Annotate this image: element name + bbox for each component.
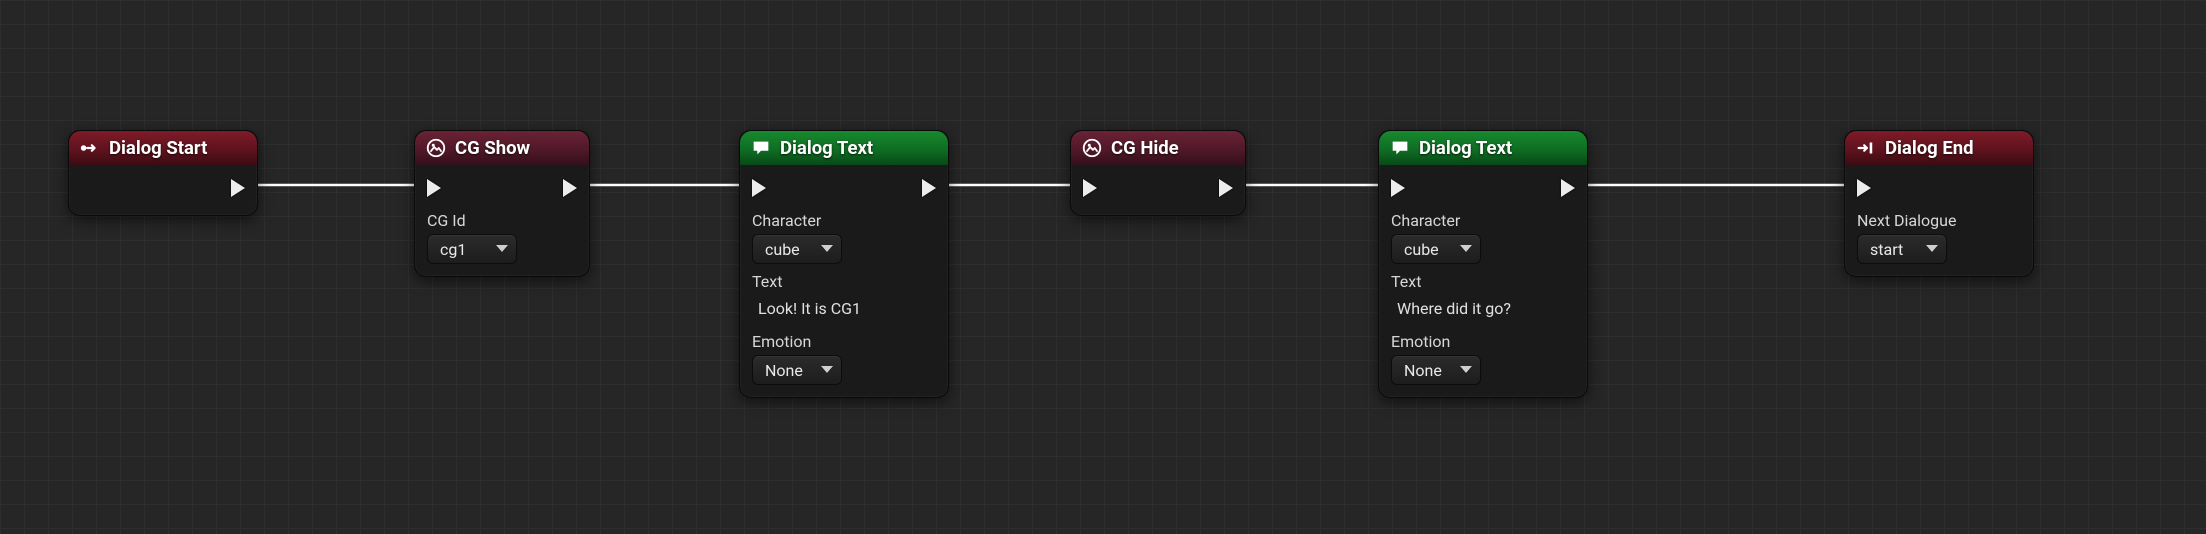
dropdown-value: start [1870, 240, 1903, 259]
dropdown-value: cg1 [440, 240, 466, 259]
field-label-cgid: CG Id [427, 211, 577, 230]
node-header[interactable]: Dialog Text [740, 131, 948, 165]
speech-bubble-icon [750, 137, 772, 159]
node-title: CG Show [455, 137, 530, 159]
node-header[interactable]: Dialog End [1845, 131, 2033, 165]
exec-input-pin[interactable] [752, 179, 766, 197]
dropdown-cgid[interactable]: cg1 [427, 234, 517, 264]
dropdown-character[interactable]: cube [1391, 234, 1481, 264]
dropdown-emotion[interactable]: None [752, 355, 842, 385]
node-header[interactable]: Dialog Start [69, 131, 257, 165]
field-label-emotion: Emotion [1391, 332, 1575, 351]
exec-output-pin[interactable] [231, 179, 245, 197]
exec-input-pin[interactable] [1391, 179, 1405, 197]
dropdown-value: None [765, 361, 803, 380]
dropdown-value: cube [1404, 240, 1439, 259]
image-icon [1081, 137, 1103, 159]
node-title: Dialog Start [109, 137, 207, 159]
field-label-character: Character [752, 211, 936, 230]
exec-output-pin[interactable] [922, 179, 936, 197]
node-dialog-end[interactable]: Dialog End Next Dialogue start [1844, 130, 2034, 277]
chevron-down-icon [1460, 367, 1472, 374]
node-header[interactable]: CG Show [415, 131, 589, 165]
chevron-down-icon [1926, 246, 1938, 253]
node-title: Dialog End [1885, 137, 1974, 159]
node-dialog-text-2[interactable]: Dialog Text Character cube Text Where di… [1378, 130, 1588, 398]
speech-bubble-icon [1389, 137, 1411, 159]
chevron-down-icon [821, 246, 833, 253]
node-header[interactable]: CG Hide [1071, 131, 1245, 165]
field-label-emotion: Emotion [752, 332, 936, 351]
field-label-character: Character [1391, 211, 1575, 230]
dropdown-emotion[interactable]: None [1391, 355, 1481, 385]
node-title: Dialog Text [1419, 137, 1512, 159]
field-label-text: Text [752, 272, 936, 291]
image-icon [425, 137, 447, 159]
node-cg-hide[interactable]: CG Hide [1070, 130, 1246, 216]
node-cg-show[interactable]: CG Show CG Id cg1 [414, 130, 590, 277]
node-title: CG Hide [1111, 137, 1179, 159]
node-dialog-start[interactable]: Dialog Start [68, 130, 258, 216]
dropdown-next-dialogue[interactable]: start [1857, 234, 1947, 264]
dropdown-character[interactable]: cube [752, 234, 842, 264]
dropdown-value: cube [765, 240, 800, 259]
field-text-value: Look! It is CG1 [752, 295, 936, 324]
exec-output-pin[interactable] [1219, 179, 1233, 197]
exec-input-pin[interactable] [1083, 179, 1097, 197]
node-header[interactable]: Dialog Text [1379, 131, 1587, 165]
chevron-down-icon [1460, 246, 1472, 253]
node-title: Dialog Text [780, 137, 873, 159]
exec-output-pin[interactable] [1561, 179, 1575, 197]
exec-input-pin[interactable] [1857, 179, 1871, 197]
flow-end-icon [1855, 137, 1877, 159]
dropdown-value: None [1404, 361, 1442, 380]
node-dialog-text-1[interactable]: Dialog Text Character cube Text Look! It… [739, 130, 949, 398]
field-label-next-dialogue: Next Dialogue [1857, 211, 2021, 230]
flow-start-icon [79, 137, 101, 159]
exec-output-pin[interactable] [563, 179, 577, 197]
node-graph-canvas[interactable]: Dialog Start CG Show CG Id cg1 [0, 0, 2206, 534]
field-text-value: Where did it go? [1391, 295, 1575, 324]
chevron-down-icon [821, 367, 833, 374]
field-label-text: Text [1391, 272, 1575, 291]
exec-input-pin[interactable] [427, 179, 441, 197]
chevron-down-icon [496, 246, 508, 253]
